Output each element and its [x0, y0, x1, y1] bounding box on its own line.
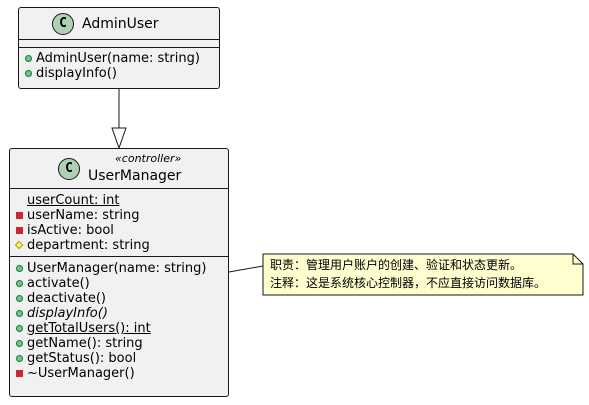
class-name: UserManager: [88, 168, 182, 184]
method-row: getName(): string: [10, 336, 228, 351]
class-usermanager[interactable]: C «controller» UserManager userCount: in…: [9, 148, 229, 397]
fields-section: userCount: int userName: string isActive…: [10, 189, 228, 257]
method-row: AdminUser(name: string): [19, 51, 219, 66]
class-header: C AdminUser: [19, 8, 219, 40]
protected-visibility-icon: [14, 240, 24, 250]
method-row: displayInfo(): [19, 66, 219, 81]
public-visibility-icon: [16, 355, 23, 362]
public-visibility-icon: [25, 55, 32, 62]
public-visibility-icon: [16, 295, 23, 302]
public-visibility-icon: [16, 340, 23, 347]
note-line: 注释：这是系统核心控制器，不应直接访问数据库。: [270, 276, 547, 290]
class-stereotype: «controller»: [115, 152, 182, 165]
class-badge-icon: C: [52, 13, 74, 35]
method-row: ~UserManager(): [10, 366, 228, 381]
public-visibility-icon: [16, 325, 23, 332]
class-adminuser[interactable]: C AdminUser AdminUser(name: string) disp…: [18, 7, 220, 89]
inheritance-arrowhead: [111, 127, 127, 150]
fields-section: [19, 40, 219, 48]
note-line: 职责：管理用户账户的创建、验证和状态更新。: [270, 258, 523, 272]
class-header: C «controller» UserManager: [10, 149, 228, 189]
private-visibility-icon: [16, 370, 23, 377]
field-row: department: string: [10, 238, 228, 253]
class-name: AdminUser: [82, 16, 159, 32]
private-visibility-icon: [16, 212, 23, 219]
methods-section: AdminUser(name: string) displayInfo(): [19, 48, 219, 81]
method-row: getStatus(): bool: [10, 351, 228, 366]
public-visibility-icon: [16, 265, 23, 272]
public-visibility-icon: [16, 310, 23, 317]
note-connector: [228, 265, 264, 273]
class-badge-icon: C: [58, 158, 80, 180]
methods-section: UserManager(name: string) activate() dea…: [10, 257, 228, 381]
public-visibility-icon: [25, 70, 32, 77]
public-visibility-icon: [16, 280, 23, 287]
method-row: displayInfo(): [10, 306, 228, 321]
method-row: deactivate(): [10, 291, 228, 306]
method-row: activate(): [10, 276, 228, 291]
method-row: getTotalUsers(): int: [10, 321, 228, 336]
note: 职责：管理用户账户的创建、验证和状态更新。 注释：这是系统核心控制器，不应直接访…: [263, 256, 546, 292]
field-row: isActive: bool: [10, 223, 228, 238]
private-visibility-icon: [16, 227, 23, 234]
field-row: userCount: int: [27, 193, 120, 208]
method-row: UserManager(name: string): [10, 261, 228, 276]
field-row: userName: string: [10, 208, 228, 223]
